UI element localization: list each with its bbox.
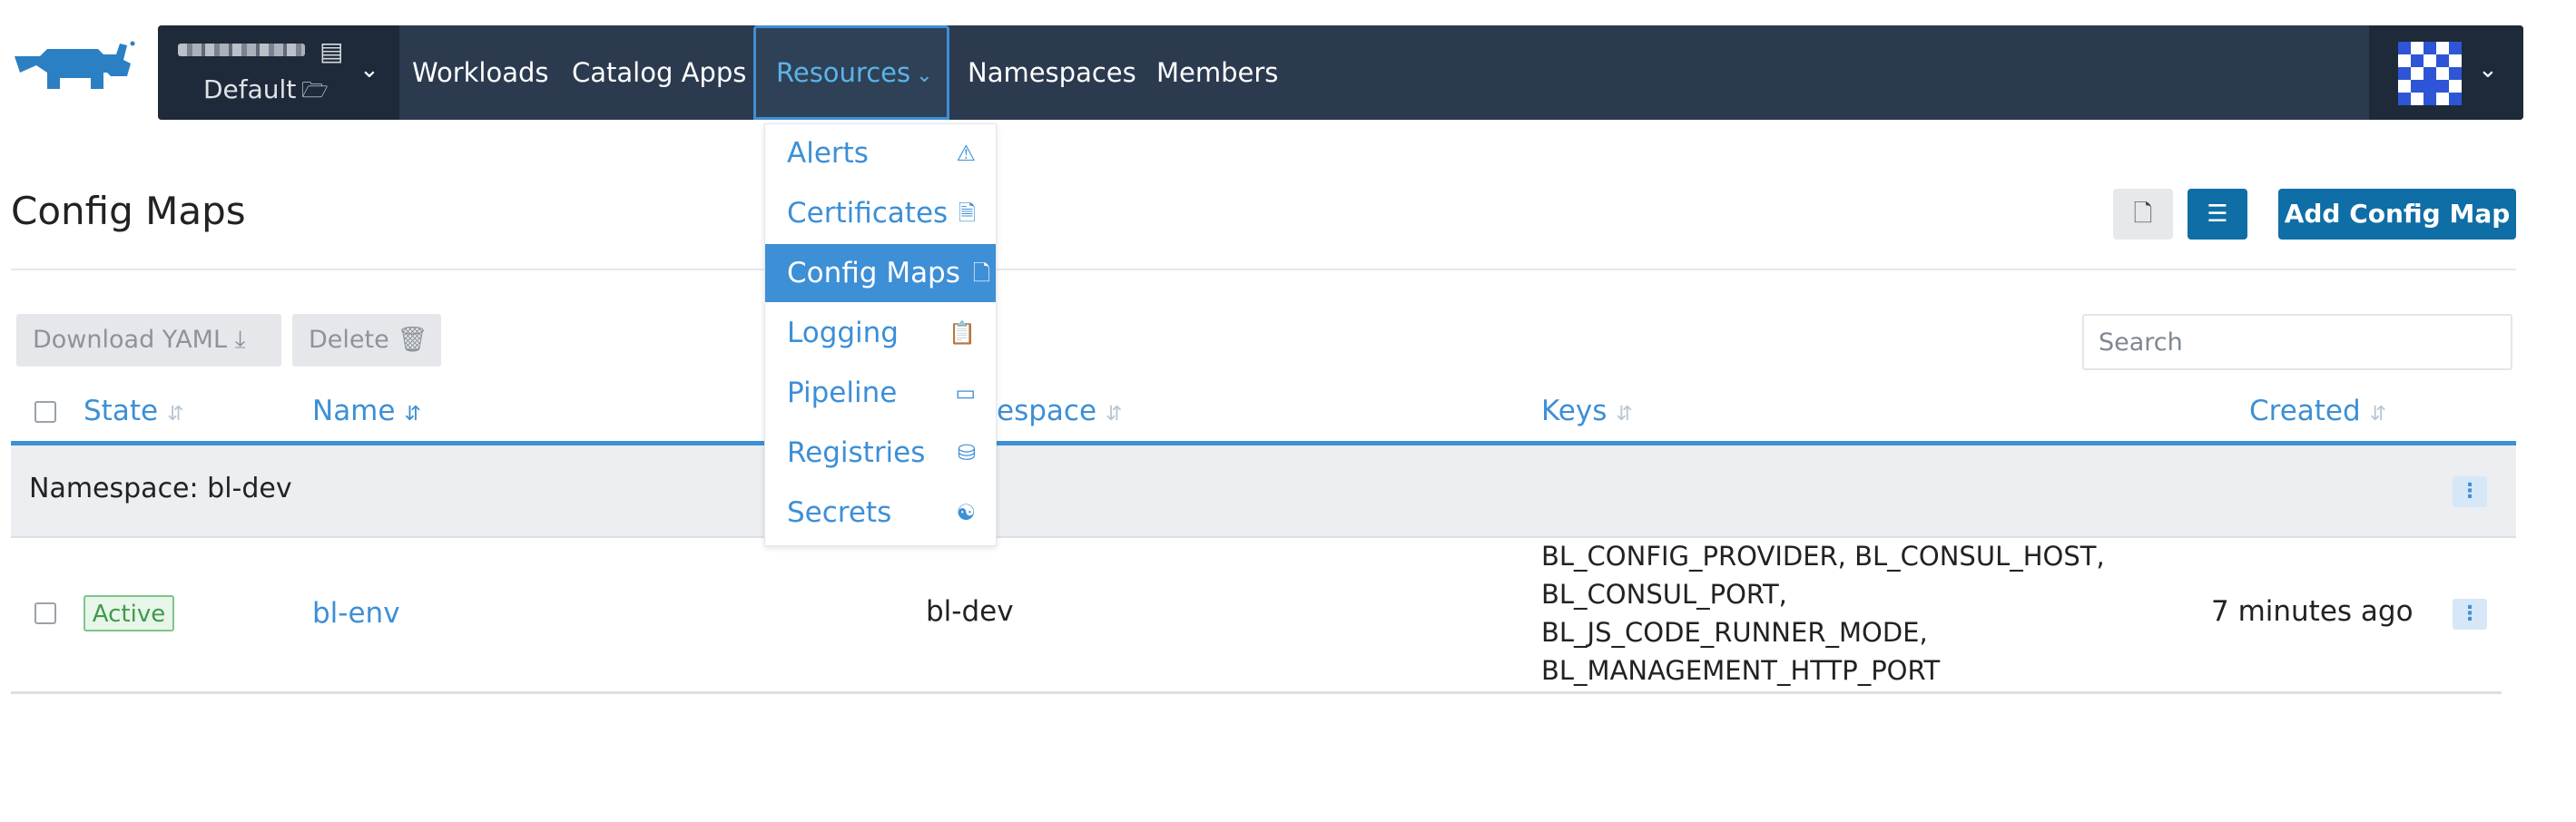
- view-as-list-button[interactable]: ☰: [2188, 189, 2247, 240]
- menu-item-config-maps[interactable]: Config Maps 🗋: [765, 244, 996, 302]
- cluster-project-switcher[interactable]: ▤ Default 🗁 ⌄: [158, 25, 399, 120]
- top-navbar: ▤ Default 🗁 ⌄ Workloads Catalog Apps Res…: [158, 25, 2523, 120]
- rancher-logo[interactable]: [9, 36, 136, 109]
- secret-icon: ☯: [956, 500, 976, 525]
- menu-item-registries[interactable]: Registries ⛁: [765, 424, 996, 482]
- avatar: [2398, 42, 2462, 105]
- row-actions-button[interactable]: ⋮: [2453, 599, 2487, 630]
- certificate-icon: 🗎: [958, 201, 976, 226]
- menu-item-certificates[interactable]: Certificates 🗎: [765, 184, 996, 242]
- menu-item-pipeline[interactable]: Pipeline ▭: [765, 364, 996, 422]
- nav-namespaces[interactable]: Namespaces: [968, 25, 1136, 120]
- column-label: Created: [2249, 395, 2361, 427]
- column-header-name[interactable]: Name ⇵: [312, 388, 421, 434]
- menu-item-label: Registries: [787, 436, 926, 469]
- menu-item-alerts[interactable]: Alerts ⚠: [765, 124, 996, 182]
- column-header-created[interactable]: Created ⇵: [2249, 388, 2386, 434]
- column-label: Keys: [1541, 395, 1608, 427]
- search-input[interactable]: [2082, 314, 2512, 370]
- menu-item-label: Alerts: [787, 137, 869, 170]
- pipeline-icon: ▭: [955, 380, 976, 406]
- nav-members[interactable]: Members: [1156, 25, 1278, 120]
- kebab-icon: ⋮: [2460, 602, 2480, 625]
- project-label: Default: [203, 74, 297, 104]
- keys-cell: BL_CONFIG_PROVIDER, BL_CONSUL_HOST, BL_C…: [1541, 537, 2105, 690]
- menu-item-label: Config Maps: [787, 257, 960, 289]
- sort-icon: ⇵: [1106, 403, 1123, 426]
- menu-item-secrets[interactable]: Secrets ☯: [765, 484, 996, 542]
- view-as-file-button[interactable]: 🗋: [2113, 189, 2173, 240]
- select-all-checkbox[interactable]: [34, 401, 56, 423]
- nav-workloads[interactable]: Workloads: [412, 25, 549, 120]
- menu-item-label: Secrets: [787, 496, 892, 529]
- column-label: State: [84, 395, 159, 427]
- column-header-state[interactable]: State ⇵: [84, 388, 184, 434]
- kebab-icon: ⋮: [2460, 480, 2480, 503]
- column-header-namespace[interactable]: espace ⇵: [997, 388, 1122, 434]
- menu-item-label: Pipeline: [787, 377, 898, 409]
- nav-resources[interactable]: Resources ⌄: [753, 25, 949, 120]
- chevron-down-icon[interactable]: ⌄: [359, 56, 379, 83]
- clipboard-icon: 📋: [949, 320, 976, 346]
- nav-resources-label: Resources: [776, 57, 911, 88]
- header-divider: [11, 269, 2516, 270]
- sort-icon: ⇵: [2369, 403, 2387, 426]
- sort-descending-icon: ⇵: [404, 403, 421, 426]
- delete-button[interactable]: Delete 🗑: [292, 314, 441, 367]
- chevron-down-icon: ⌄: [2478, 56, 2498, 83]
- warning-icon: ⚠: [956, 141, 976, 166]
- sort-icon: ⇵: [167, 403, 184, 426]
- key-line: BL_JS_CODE_RUNNER_MODE,: [1541, 617, 1928, 648]
- menu-item-label: Logging: [787, 317, 899, 349]
- menu-item-logging[interactable]: Logging 📋: [765, 304, 996, 362]
- trash-icon: 🗑: [397, 326, 428, 354]
- row-checkbox[interactable]: [34, 602, 56, 624]
- namespace-group-row: Namespace: bl-dev ⋮: [11, 445, 2516, 538]
- file-icon: 🗋: [2133, 201, 2153, 228]
- download-yaml-label: Download YAML: [33, 326, 227, 354]
- database-icon: ⛁: [957, 440, 976, 465]
- delete-label: Delete: [309, 326, 389, 354]
- row-divider: [11, 691, 2502, 694]
- menu-item-label: Certificates: [787, 197, 949, 230]
- group-actions-button[interactable]: ⋮: [2453, 476, 2487, 507]
- status-badge: Active: [84, 595, 174, 631]
- file-icon: 🗋: [972, 260, 990, 286]
- user-menu[interactable]: ⌄: [2369, 25, 2523, 120]
- sort-icon: ⇵: [1616, 403, 1633, 426]
- folder-icon: 🗁: [301, 77, 329, 103]
- list-icon: ☰: [2207, 201, 2228, 228]
- resources-dropdown-menu: Alerts ⚠ Certificates 🗎 Config Maps 🗋 Lo…: [764, 123, 997, 546]
- page-title: Config Maps: [11, 189, 246, 233]
- chevron-down-icon: ⌄: [916, 64, 933, 87]
- column-label: espace: [997, 395, 1097, 427]
- group-label: Namespace: bl-dev: [29, 473, 292, 504]
- created-cell: 7 minutes ago: [2211, 595, 2414, 628]
- namespace-cell: bl-dev: [926, 595, 1014, 628]
- add-config-map-button[interactable]: Add Config Map: [2278, 189, 2516, 240]
- nav-catalog-apps[interactable]: Catalog Apps: [572, 25, 746, 120]
- config-map-name-link[interactable]: bl-env: [312, 597, 400, 630]
- download-icon: ⤓: [234, 326, 246, 354]
- column-header-keys[interactable]: Keys ⇵: [1541, 388, 1633, 434]
- cluster-icon: ▤: [320, 36, 344, 66]
- cluster-name-redacted: [178, 44, 305, 56]
- download-yaml-button[interactable]: Download YAML ⤓: [16, 314, 281, 367]
- key-line: BL_CONFIG_PROVIDER, BL_CONSUL_HOST,: [1541, 541, 2105, 572]
- key-line: BL_CONSUL_PORT,: [1541, 579, 1787, 610]
- column-label: Name: [312, 395, 396, 427]
- key-line: BL_MANAGEMENT_HTTP_PORT: [1541, 655, 1941, 686]
